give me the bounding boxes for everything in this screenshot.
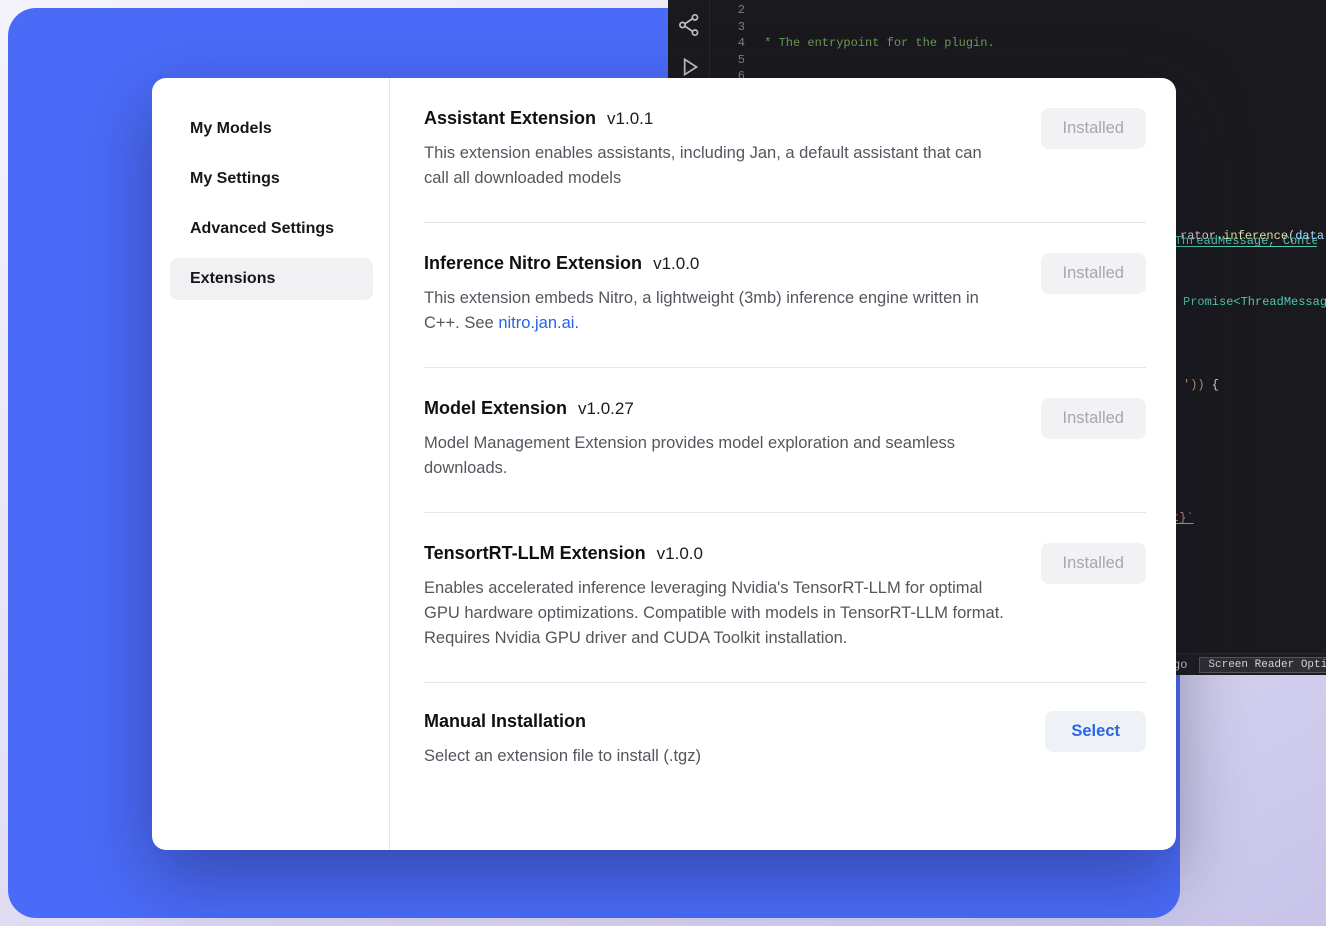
sidebar-item-my-settings[interactable]: My Settings — [170, 158, 373, 200]
extension-row-tensorrt: TensortRT-LLM Extension v1.0.0 Enables a… — [424, 513, 1146, 683]
extension-version: v1.0.27 — [578, 399, 634, 419]
nitro-jan-ai-link[interactable]: nitro.jan.ai. — [498, 314, 579, 332]
share-network-icon[interactable] — [676, 12, 702, 38]
extension-title-line: Inference Nitro Extension v1.0.0 — [424, 253, 1009, 274]
sidebar-item-extensions[interactable]: Extensions — [170, 258, 373, 300]
extension-row-assistant: Assistant Extension v1.0.1 This extensio… — [424, 78, 1146, 223]
code-fragment: rator.inference(data)); — [1180, 229, 1326, 243]
extension-title-line: Model Extension v1.0.27 — [424, 398, 1009, 419]
code-text: inference — [1223, 229, 1288, 243]
extension-description: This extension enables assistants, inclu… — [424, 141, 1009, 191]
extensions-list: Assistant Extension v1.0.1 This extensio… — [390, 78, 1176, 850]
manual-installation-row: Manual Installation Select an extension … — [424, 683, 1146, 800]
extension-title-line: TensortRT-LLM Extension v1.0.0 — [424, 543, 1009, 564]
extension-row-nitro: Inference Nitro Extension v1.0.0 This ex… — [424, 223, 1146, 368]
extension-info: Inference Nitro Extension v1.0.0 This ex… — [424, 253, 1009, 336]
extension-version: v1.0.0 — [657, 544, 703, 564]
extension-name: Model Extension — [424, 398, 567, 419]
manual-installation-description: Select an extension file to install (.tg… — [424, 744, 701, 769]
installed-button[interactable]: Installed — [1041, 398, 1146, 439]
extension-title-line: Manual Installation — [424, 711, 701, 732]
extension-info: Manual Installation Select an extension … — [424, 711, 701, 769]
manual-installation-title: Manual Installation — [424, 711, 586, 732]
extension-name: TensortRT-LLM Extension — [424, 543, 646, 564]
sidebar-item-my-models[interactable]: My Models — [170, 108, 373, 150]
settings-modal: My Models My Settings Advanced Settings … — [152, 78, 1176, 850]
code-text: data — [1295, 229, 1324, 243]
select-button[interactable]: Select — [1045, 711, 1146, 752]
sidebar-item-label: Extensions — [190, 270, 275, 288]
line-number: 4 — [711, 35, 745, 52]
sidebar-item-label: My Models — [190, 120, 272, 138]
line-number: 3 — [711, 19, 745, 36]
sidebar-item-advanced-settings[interactable]: Advanced Settings — [170, 208, 373, 250]
extension-description: Model Management Extension provides mode… — [424, 431, 1009, 481]
screen-reader-chip[interactable]: Screen Reader Optimized — [1199, 657, 1326, 673]
installed-button[interactable]: Installed — [1041, 253, 1146, 294]
extension-name: Assistant Extension — [424, 108, 596, 129]
extension-title-line: Assistant Extension v1.0.1 — [424, 108, 1009, 129]
code-text: Promise<ThreadMessage> — [1183, 295, 1326, 309]
extension-description: Enables accelerated inference leveraging… — [424, 576, 1009, 651]
sidebar-item-label: Advanced Settings — [190, 220, 334, 238]
line-number: 2 — [711, 2, 745, 19]
extension-description: This extension embeds Nitro, a lightweig… — [424, 286, 1009, 336]
installed-button[interactable]: Installed — [1041, 543, 1146, 584]
extension-version: v1.0.1 — [607, 109, 653, 129]
extension-info: Model Extension v1.0.27 Model Management… — [424, 398, 1009, 481]
page-background: 2 3 4 5 6 * The entrypoint for the plugi… — [0, 0, 1326, 926]
code-fragment: Promise<ThreadMessage> — [1183, 295, 1326, 309]
extension-info: Assistant Extension v1.0.1 This extensio… — [424, 108, 1009, 191]
extension-info: TensortRT-LLM Extension v1.0.0 Enables a… — [424, 543, 1009, 651]
code-text: rator. — [1180, 229, 1223, 243]
code-fragment: ')) { — [1183, 378, 1219, 392]
code-line: * The entrypoint for the plugin. — [757, 35, 1317, 52]
installed-button[interactable]: Installed — [1041, 108, 1146, 149]
code-text: { — [1205, 378, 1219, 392]
line-number: 5 — [711, 52, 745, 69]
extension-name: Inference Nitro Extension — [424, 253, 642, 274]
sidebar-item-label: My Settings — [190, 170, 280, 188]
run-debug-icon[interactable] — [676, 54, 702, 80]
extension-row-model: Model Extension v1.0.27 Model Management… — [424, 368, 1146, 513]
settings-sidebar: My Models My Settings Advanced Settings … — [152, 78, 390, 850]
extension-version: v1.0.0 — [653, 254, 699, 274]
code-text: ')) — [1183, 378, 1205, 392]
